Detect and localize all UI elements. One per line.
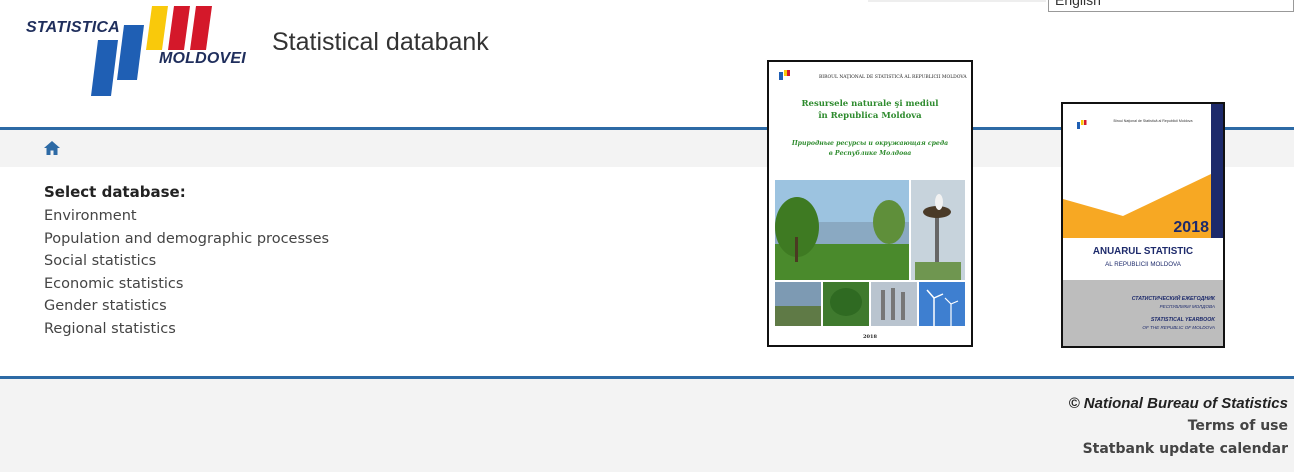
- cover1-publisher: BIROUL NAŢIONAL DE STATISTICĂ AL REPUBLI…: [819, 73, 967, 80]
- publication-cover-natural-resources[interactable]: BIROUL NAŢIONAL DE STATISTICĂ AL REPUBLI…: [767, 60, 973, 347]
- svg-text:в Республике Молдова: в Республике Молдова: [829, 150, 912, 157]
- home-icon[interactable]: [44, 141, 60, 155]
- svg-text:în Republica Moldova: în Republica Moldova: [818, 110, 922, 121]
- cover2-subtitle: AL REPUBLICII MOLDOVA: [1105, 261, 1182, 268]
- svg-text:Природные ресурсы и окружающая: Природные ресурсы и окружающая среда: [791, 140, 948, 147]
- page-title: Statistical databank: [272, 28, 489, 56]
- database-heading: Select database:: [44, 183, 186, 201]
- cover2-subtitle-en: OF THE REPUBLIC OF MOLDOVA: [1142, 325, 1215, 330]
- database-link-regional[interactable]: Regional statistics: [44, 318, 329, 341]
- publication-cover-statistical-yearbook[interactable]: Biroul Naţional de Statistică al Republi…: [1061, 102, 1225, 348]
- update-calendar-link[interactable]: Statbank update calendar: [1083, 441, 1288, 457]
- logo-text-statistica: STATISTICA: [26, 19, 120, 36]
- cover2-subtitle-ru: РЕСПУБЛИКИ МОЛДОВА: [1160, 304, 1215, 309]
- cover2-publisher: Biroul Naţional de Statistică al Republi…: [1114, 119, 1193, 123]
- cover1-year: 2018: [863, 334, 877, 340]
- database-link-economic[interactable]: Economic statistics: [44, 273, 329, 296]
- database-link-population[interactable]: Population and demographic processes: [44, 228, 329, 251]
- database-link-social[interactable]: Social statistics: [44, 250, 329, 273]
- footer: © National Bureau of Statistics Terms of…: [0, 379, 1294, 472]
- language-bar-shadow: [868, 0, 1046, 2]
- svg-text:Resursele naturale şi mediul: Resursele naturale şi mediul: [801, 99, 939, 109]
- cover2-year: 2018: [1173, 219, 1209, 236]
- database-selector: Select database: Environment Population …: [44, 182, 329, 340]
- footer-copyright: © National Bureau of Statistics: [1068, 395, 1288, 412]
- cover2-title: ANUARUL STATISTIC: [1093, 246, 1193, 257]
- terms-of-use-link[interactable]: Terms of use: [1188, 418, 1288, 434]
- statistica-moldovei-logo[interactable]: STATISTICA MOLDOVEI: [0, 0, 260, 100]
- database-list: Environment Population and demographic p…: [44, 205, 329, 340]
- database-link-gender[interactable]: Gender statistics: [44, 295, 329, 318]
- logo-text-moldovei: MOLDOVEI: [159, 50, 246, 67]
- cover-yearbook-art: Biroul Naţional de Statistică al Republi…: [1063, 104, 1223, 346]
- language-select[interactable]: English: [1048, 0, 1294, 12]
- cover2-title-ru: СТАТИСТИЧЕСКИЙ ЕЖЕГОДНИК: [1132, 294, 1216, 302]
- cover-natural-resources-art: BIROUL NAŢIONAL DE STATISTICĂ AL REPUBLI…: [775, 70, 967, 340]
- cover2-title-en: STATISTICAL YEARBOOK: [1151, 317, 1216, 323]
- database-link-environment[interactable]: Environment: [44, 205, 329, 228]
